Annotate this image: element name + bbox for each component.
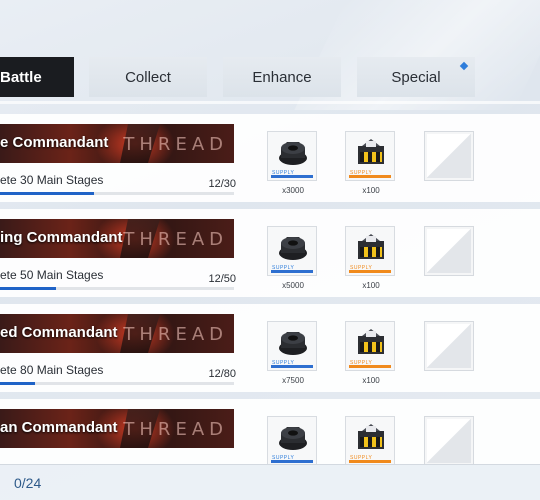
reward-tier-stripe (349, 175, 391, 178)
mission-progress-text: 12/80 (208, 368, 236, 380)
mission-row: THREAD e Commandant ete 30 Main Stages 1… (0, 114, 540, 202)
mission-banner: THREAD ing Commandant (0, 219, 234, 258)
mission-row: THREAD ed Commandant ete 80 Main Stages … (0, 304, 540, 392)
reward-tier-stripe (271, 365, 313, 368)
footer-bar: 0/24 (0, 464, 540, 500)
mission-progress-bar (0, 287, 234, 290)
reward-tier-stripe (271, 270, 313, 273)
tab-collect-label: Collect (125, 68, 171, 86)
reward-supply-crate[interactable]: SUPPLY x100 (345, 131, 395, 195)
mission-progress-fill (0, 287, 57, 290)
empty-reward-slot (424, 321, 474, 371)
gear-nut-icon (276, 233, 310, 268)
reward-quantity: x7500 (282, 376, 304, 385)
mission-description: ete 30 Main Stages (0, 173, 104, 187)
reward-quantity: x100 (362, 376, 380, 385)
reward-tier-stripe (271, 460, 313, 463)
banner-logo-text: THREAD (123, 134, 228, 155)
category-tabs: Battle Collect Enhance Special (0, 57, 540, 99)
mission-row: THREAD ing Commandant ete 50 Main Stages… (0, 209, 540, 297)
mission-row: THREAD an Commandant SUPPLY SUPPLY (0, 399, 540, 464)
mission-progress-text: 12/30 (208, 178, 236, 190)
mission-title: ed Commandant (0, 324, 118, 341)
mission-progress-fill (0, 382, 36, 385)
reward-tier-stripe (349, 270, 391, 273)
reward-tier-stripe (271, 175, 313, 178)
reward-supply-crate[interactable]: SUPPLY x100 (345, 226, 395, 290)
mission-title: e Commandant (0, 134, 109, 151)
mission-title: ing Commandant (0, 229, 123, 246)
tab-collect[interactable]: Collect (89, 57, 207, 97)
tab-special-label: Special (391, 68, 441, 86)
reward-quantity: x100 (362, 281, 380, 290)
mission-progress-fill (0, 192, 94, 195)
mission-progress-text: 12/50 (208, 273, 236, 285)
divider (0, 101, 540, 104)
reward-quantity: x3000 (282, 186, 304, 195)
reward-quantity: x5000 (282, 281, 304, 290)
mission-progress-bar (0, 192, 234, 195)
mission-list[interactable]: THREAD e Commandant ete 30 Main Stages 1… (0, 114, 540, 464)
reward-tier-stripe (349, 460, 391, 463)
empty-reward-slot (424, 226, 474, 276)
gear-nut-icon (276, 138, 310, 173)
tab-enhance[interactable]: Enhance (223, 57, 341, 97)
tab-battle-label: Battle (0, 68, 42, 86)
reward-gear-nut[interactable]: SUPPLY x3000 (267, 131, 317, 195)
mission-description: ete 80 Main Stages (0, 363, 104, 377)
mission-title: an Commandant (0, 419, 118, 436)
reward-supply-crate[interactable]: SUPPLY (345, 416, 395, 464)
mission-description: ete 50 Main Stages (0, 268, 104, 282)
empty-reward-slot (424, 131, 474, 181)
reward-tier-stripe (349, 365, 391, 368)
tab-special[interactable]: Special (357, 57, 475, 97)
completion-counter: 0/24 (14, 475, 42, 491)
tab-battle[interactable]: Battle (0, 57, 74, 97)
mission-progress-bar (0, 382, 234, 385)
gear-nut-icon (276, 328, 310, 363)
mission-banner: THREAD ed Commandant (0, 314, 234, 353)
empty-reward-slot (424, 416, 474, 464)
reward-gear-nut[interactable]: SUPPLY x5000 (267, 226, 317, 290)
mission-banner: THREAD e Commandant (0, 124, 234, 163)
banner-logo-text: THREAD (123, 419, 228, 440)
tab-enhance-label: Enhance (252, 68, 312, 86)
mission-banner: THREAD an Commandant (0, 409, 234, 448)
reward-gear-nut[interactable]: SUPPLY (267, 416, 317, 464)
notification-dot-icon (459, 61, 469, 71)
reward-supply-crate[interactable]: SUPPLY x100 (345, 321, 395, 385)
reward-quantity: x100 (362, 186, 380, 195)
gear-nut-icon (276, 423, 310, 458)
banner-logo-text: THREAD (123, 324, 228, 345)
banner-logo-text: THREAD (123, 229, 228, 250)
reward-gear-nut[interactable]: SUPPLY x7500 (267, 321, 317, 385)
